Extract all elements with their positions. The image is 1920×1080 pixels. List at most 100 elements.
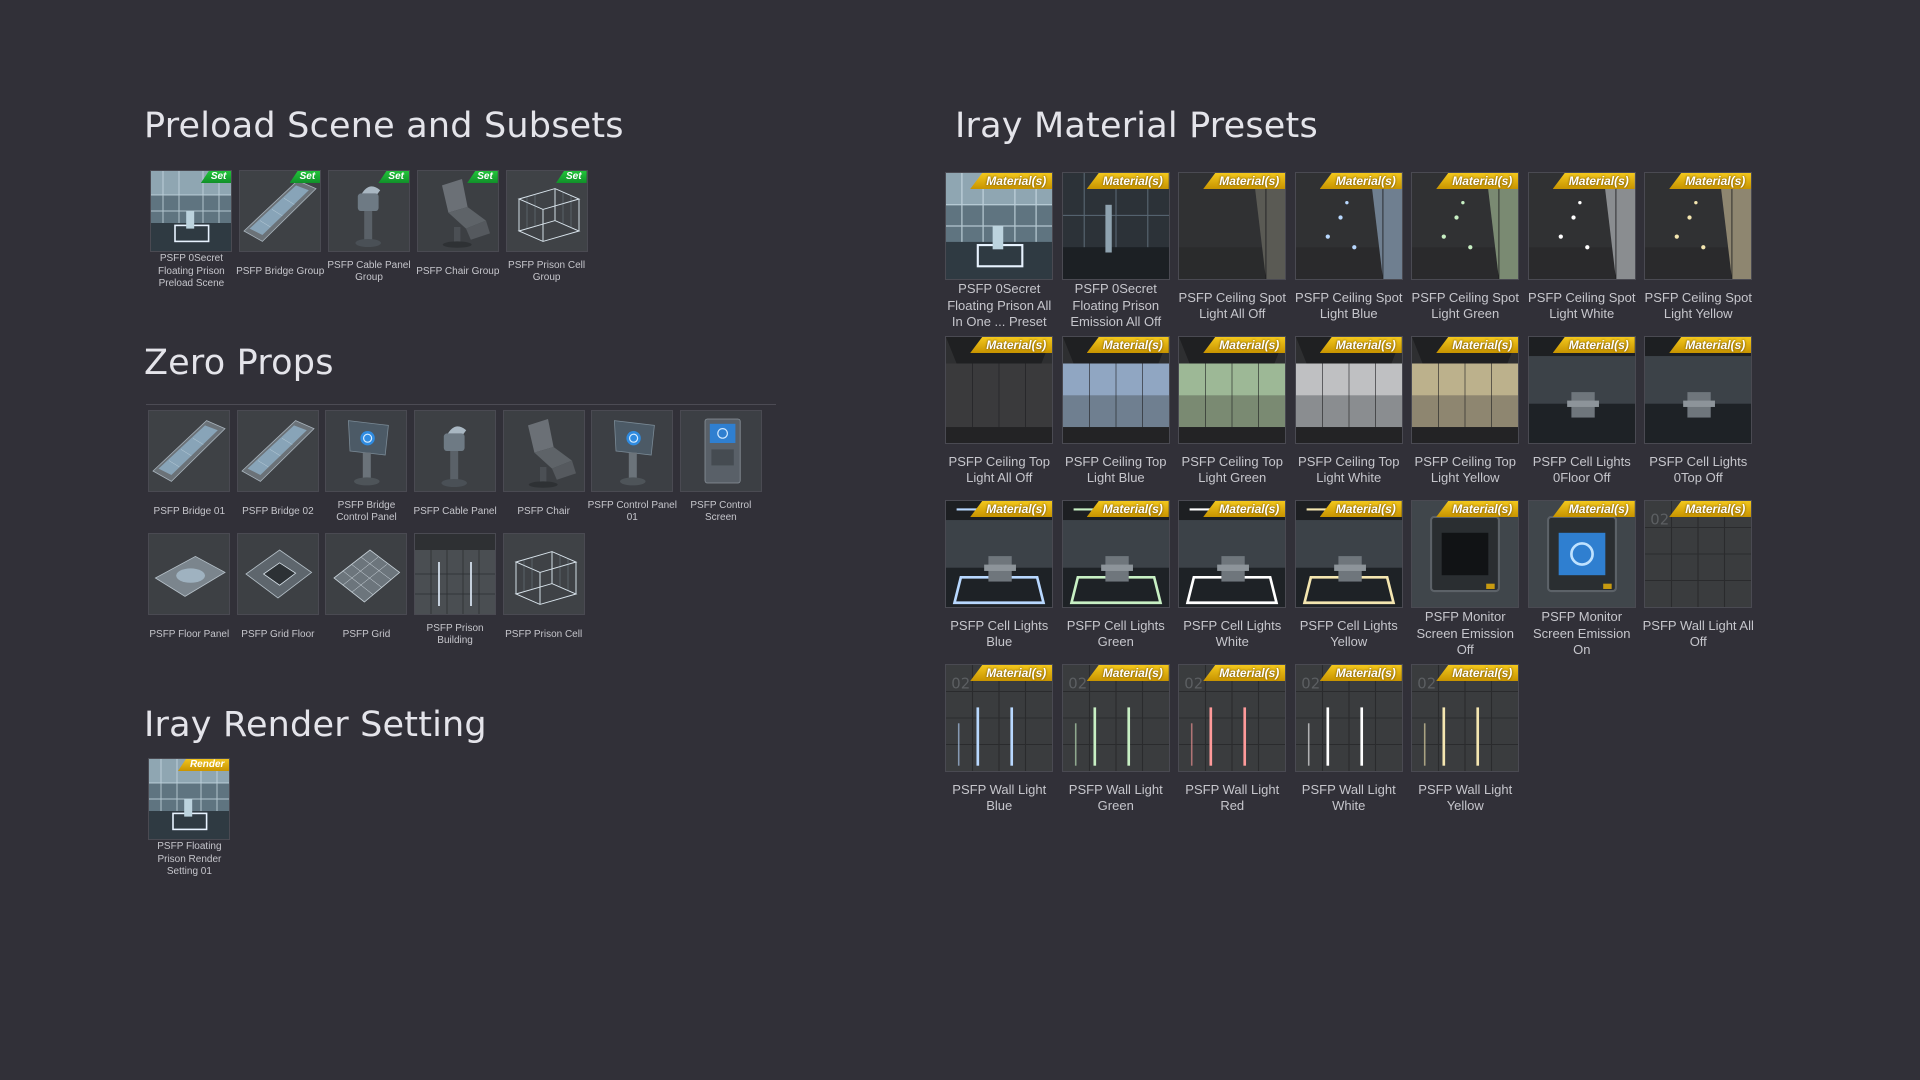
tile-label: PSFP Cable Panel	[413, 505, 497, 517]
thumbnail[interactable]: Material(s)	[1294, 172, 1403, 280]
thumbnail[interactable]: Material(s)	[1411, 172, 1520, 280]
materials-tile[interactable]: Material(s) PSFP Ceiling Top Light Yellow	[1407, 336, 1524, 496]
thumbnail[interactable]	[236, 533, 319, 615]
materials-tile[interactable]: Material(s) PSFP Ceiling Spot Light Yello…	[1640, 172, 1757, 332]
thumbnail[interactable]: Material(s)	[945, 500, 1054, 608]
materials-tile[interactable]: Material(s) PSFP Ceiling Top Light White	[1291, 336, 1408, 496]
tile-label: PSFP Wall Light Green	[1068, 781, 1163, 814]
thumbnail[interactable]: Material(s)	[1411, 500, 1520, 608]
materials-tile[interactable]: 02 Material(s) PSFP Wall Light Blue	[941, 664, 1058, 824]
thumbnail[interactable]: Material(s)	[1644, 336, 1753, 444]
thumbnail[interactable]: Set	[505, 170, 588, 252]
materials-tile[interactable]: Material(s) PSFP Cell Lights White	[1174, 500, 1291, 660]
thumbnail[interactable]	[591, 410, 674, 492]
thumbnail[interactable]	[148, 410, 231, 492]
props-tile[interactable]: PSFP Chair	[499, 410, 588, 532]
floor-panel-thumbnail	[149, 534, 230, 614]
thumbnail[interactable]: Set	[239, 170, 322, 252]
preload-tile[interactable]: Set PSFP Cable Panel Group	[325, 170, 414, 292]
materials-tile[interactable]: Material(s) PSFP Cell Lights Yellow	[1291, 500, 1408, 660]
preload-tile[interactable]: Set PSFP Chair Group	[413, 170, 502, 292]
materials-tile[interactable]: 02 Material(s) PSFP Wall Light All Off	[1640, 500, 1757, 660]
thumbnail[interactable]: 02 Material(s)	[945, 664, 1054, 772]
thumbnail[interactable]: Render	[148, 758, 231, 840]
materials-tile[interactable]: Material(s) PSFP Ceiling Spot Light White	[1524, 172, 1641, 332]
thumbnail[interactable]: 02 Material(s)	[1061, 664, 1170, 772]
materials-tile[interactable]: Material(s) PSFP Monitor Screen Emission …	[1407, 500, 1524, 660]
materials-tile[interactable]: Material(s) PSFP Ceiling Spot Light All O…	[1174, 172, 1291, 332]
props-tile[interactable]: PSFP Prison Building	[411, 533, 500, 655]
materials-tile[interactable]: Material(s) PSFP Ceiling Spot Light Blue	[1291, 172, 1408, 332]
bridge-thumbnail	[149, 411, 230, 491]
props-tile[interactable]: PSFP Control Panel 01	[588, 410, 677, 532]
thumbnail[interactable]	[679, 410, 762, 492]
thumbnail[interactable]: 02 Material(s)	[1178, 664, 1287, 772]
thumbnail[interactable]	[236, 410, 319, 492]
prison-scene-thumbnail	[149, 759, 230, 839]
render-tile[interactable]: Render PSFP Floating Prison Render Settin…	[145, 758, 234, 880]
thumbnail[interactable]	[502, 533, 585, 615]
thumbnail[interactable]: Material(s)	[1527, 172, 1636, 280]
thumbnail[interactable]: Material(s)	[1411, 336, 1520, 444]
svg-text:02: 02	[1185, 675, 1204, 692]
thumbnail[interactable]	[414, 410, 497, 492]
thumbnail[interactable]: Set	[150, 170, 233, 252]
material-badge: Material(s)	[1086, 173, 1169, 189]
tile-label: PSFP Ceiling Top Light Yellow	[1414, 453, 1516, 486]
thumbnail[interactable]: Set	[327, 170, 410, 252]
props-tile[interactable]: PSFP Prison Cell	[499, 533, 588, 655]
preload-tile[interactable]: Set PSFP Prison Cell Group	[502, 170, 591, 292]
materials-tile[interactable]: Material(s) PSFP 0Secret Floating Prison …	[1058, 172, 1175, 332]
thumbnail[interactable]: Material(s)	[1178, 172, 1287, 280]
preload-tile[interactable]: Set PSFP Bridge Group	[236, 170, 325, 292]
thumbnail[interactable]: 02 Material(s)	[1644, 500, 1753, 608]
thumbnail[interactable]	[148, 533, 231, 615]
thumbnail[interactable]: Material(s)	[1061, 336, 1170, 444]
props-tile[interactable]: PSFP Grid	[322, 533, 411, 655]
props-tile[interactable]: PSFP Floor Panel	[145, 533, 234, 655]
thumbnail[interactable]: Material(s)	[945, 172, 1054, 280]
materials-tile[interactable]: Material(s) PSFP Ceiling Spot Light Green	[1407, 172, 1524, 332]
thumbnail[interactable]	[325, 410, 408, 492]
props-tile[interactable]: PSFP Bridge 02	[234, 410, 323, 532]
props-tile[interactable]: PSFP Control Screen	[677, 410, 766, 532]
thumbnail[interactable]: Material(s)	[945, 336, 1054, 444]
materials-tile[interactable]: 02 Material(s) PSFP Wall Light Green	[1058, 664, 1175, 824]
thumbnail[interactable]: Material(s)	[1061, 500, 1170, 608]
materials-tile[interactable]: Material(s) PSFP Cell Lights Blue	[941, 500, 1058, 660]
thumbnail[interactable]: 02 Material(s)	[1294, 664, 1403, 772]
thumbnail[interactable]: Material(s)	[1178, 500, 1287, 608]
prison-cell-thumbnail	[503, 534, 584, 614]
thumbnail[interactable]: Material(s)	[1294, 336, 1403, 444]
props-tile[interactable]: PSFP Cable Panel	[411, 410, 500, 532]
materials-tile[interactable]: 02 Material(s) PSFP Wall Light Yellow	[1407, 664, 1524, 824]
materials-tile[interactable]: Material(s) PSFP Ceiling Top Light Green	[1174, 336, 1291, 496]
thumbnail[interactable]: Material(s)	[1527, 336, 1636, 444]
materials-tile[interactable]: Material(s) PSFP Monitor Screen Emission …	[1524, 500, 1641, 660]
tile-label: PSFP Grid Floor	[241, 628, 315, 640]
thumbnail[interactable]	[325, 533, 408, 615]
thumbnail[interactable]	[502, 410, 585, 492]
thumbnail[interactable]: Material(s)	[1527, 500, 1636, 608]
materials-tile[interactable]: 02 Material(s) PSFP Wall Light White	[1291, 664, 1408, 824]
thumbnail[interactable]: Material(s)	[1644, 172, 1753, 280]
preload-tile[interactable]: Set PSFP 0Secret Floating Prison Preload …	[147, 170, 236, 292]
materials-tile[interactable]: Material(s) PSFP Cell Lights Green	[1058, 500, 1175, 660]
thumbnail[interactable]: 02 Material(s)	[1411, 664, 1520, 772]
tile-label: PSFP Floor Panel	[149, 628, 230, 640]
materials-tile[interactable]: Material(s) PSFP Ceiling Top Light All Of…	[941, 336, 1058, 496]
props-tile[interactable]: PSFP Bridge Control Panel	[322, 410, 411, 532]
materials-tile[interactable]: Material(s) PSFP Ceiling Top Light Blue	[1058, 336, 1175, 496]
thumbnail[interactable]: Material(s)	[1294, 500, 1403, 608]
material-badge: Material(s)	[1669, 173, 1752, 189]
thumbnail[interactable]: Set	[416, 170, 499, 252]
thumbnail[interactable]: Material(s)	[1061, 172, 1170, 280]
props-tile[interactable]: PSFP Bridge 01	[145, 410, 234, 532]
thumbnail[interactable]: Material(s)	[1178, 336, 1287, 444]
thumbnail[interactable]	[414, 533, 497, 615]
materials-tile[interactable]: 02 Material(s) PSFP Wall Light Red	[1174, 664, 1291, 824]
props-tile[interactable]: PSFP Grid Floor	[234, 533, 323, 655]
materials-tile[interactable]: Material(s) PSFP 0Secret Floating Prison …	[941, 172, 1058, 332]
materials-tile[interactable]: Material(s) PSFP Cell Lights 0Top Off	[1640, 336, 1757, 496]
materials-tile[interactable]: Material(s) PSFP Cell Lights 0Floor Off	[1524, 336, 1641, 496]
